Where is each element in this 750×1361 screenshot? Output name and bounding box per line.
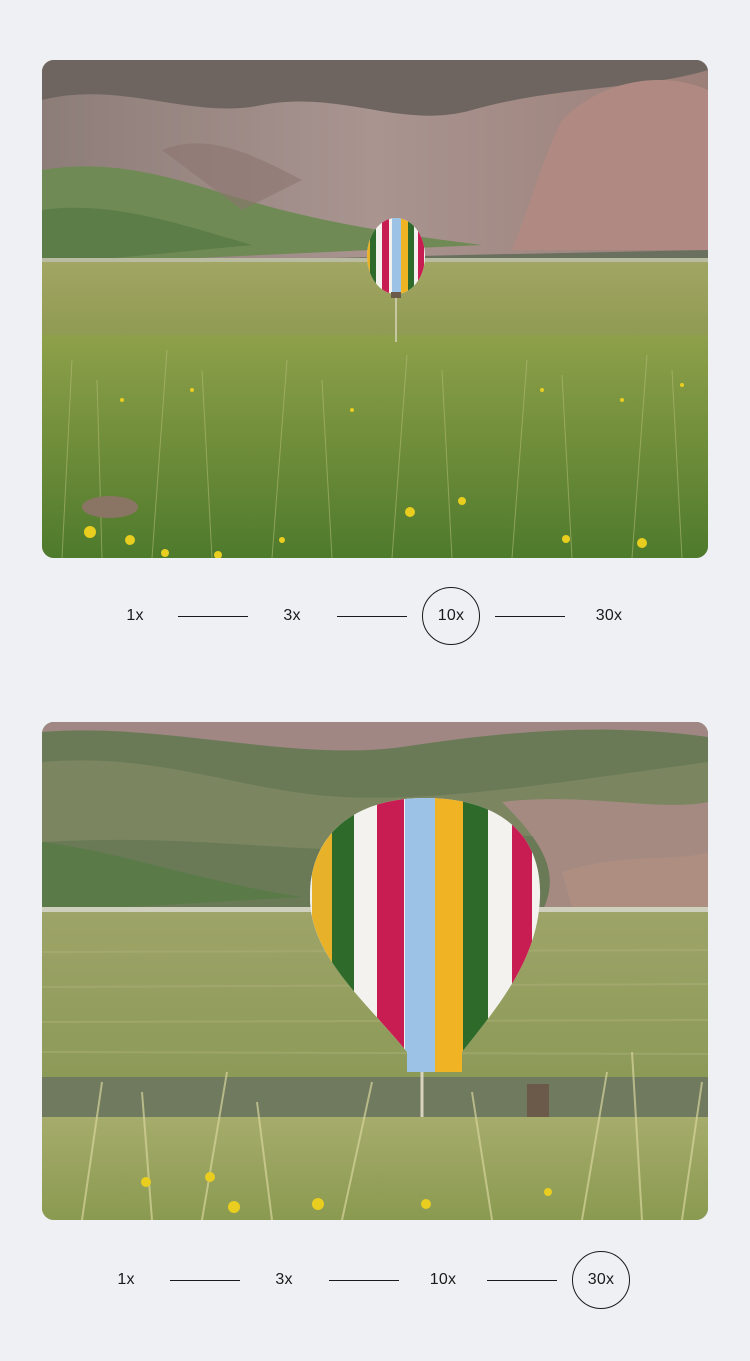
zoom-option-3x[interactable]: 3x [263,587,321,645]
zoom-divider [178,616,248,618]
zoom-selector-2: 1x 3x 10x 30x [0,1251,750,1311]
zoom-option-3x[interactable]: 3x [255,1251,313,1309]
zoom-option-1x[interactable]: 1x [106,587,164,645]
balloon-closeup-image [42,722,708,1220]
zoom-selector-1: 1x 3x 10x 30x [0,587,750,647]
balloon-landscape-image [42,60,708,558]
zoom-divider [170,1280,240,1282]
sample-photo-10x [42,60,708,558]
zoom-option-10x[interactable]: 10x [414,1251,472,1309]
zoom-divider [487,1280,557,1282]
zoom-option-30x[interactable]: 30x [572,1251,630,1309]
zoom-option-1x[interactable]: 1x [97,1251,155,1309]
zoom-divider [495,616,565,618]
zoom-option-30x[interactable]: 30x [580,587,638,645]
zoom-option-10x[interactable]: 10x [422,587,480,645]
zoom-divider [337,616,407,618]
sample-photo-30x [42,722,708,1220]
zoom-divider [329,1280,399,1282]
